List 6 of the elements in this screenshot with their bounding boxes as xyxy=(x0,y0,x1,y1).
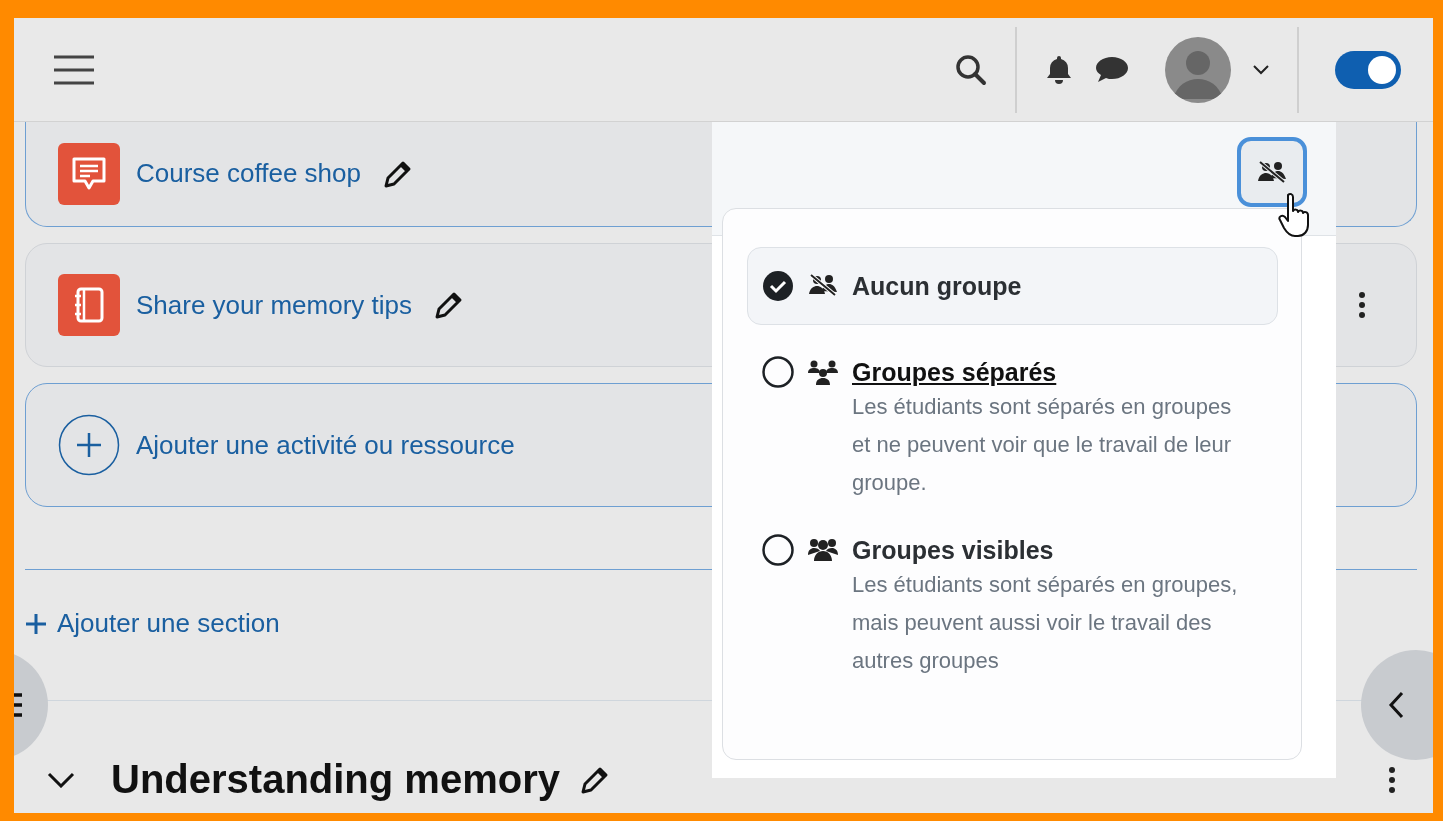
option-description: Les étudiants sont séparés en groupes, mais peuvent aussi voir le travail des autres groupes xyxy=(852,571,1239,675)
section-title: Understanding memory xyxy=(111,757,560,802)
option-label: Aucun groupe xyxy=(852,271,1022,302)
option-label: Groupes séparés xyxy=(852,357,1058,388)
option-label: Groupes visibles xyxy=(852,535,1055,566)
option-description: Les étudiants sont séparés en groupes et ne peuvent voir que le travail de leur groupe. xyxy=(852,393,1233,497)
